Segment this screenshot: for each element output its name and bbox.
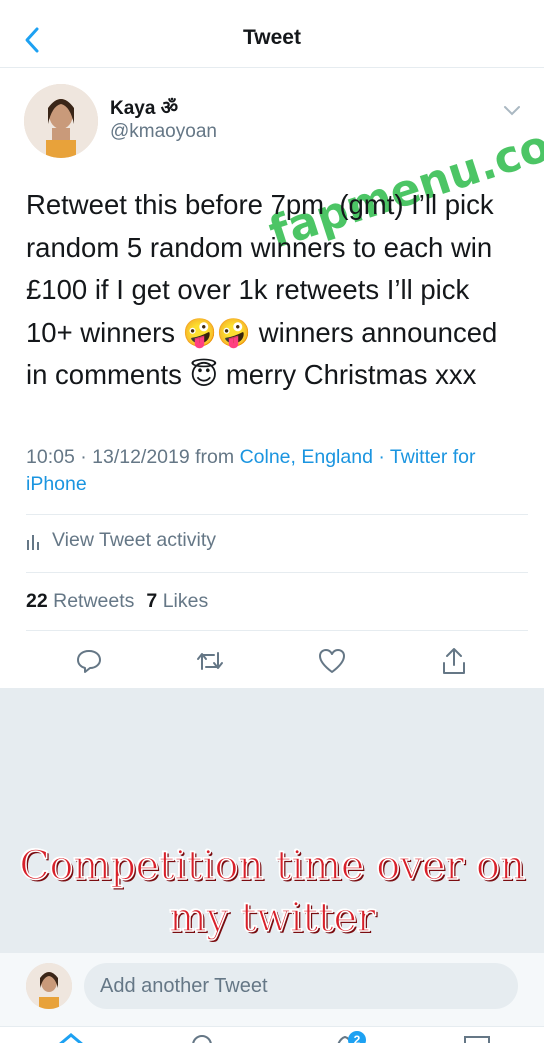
share-button[interactable] [437, 644, 471, 678]
view-tweet-activity-button[interactable]: View Tweet activity [26, 529, 216, 552]
likes-stat[interactable]: 7 Likes [146, 590, 208, 613]
divider [26, 514, 528, 515]
reply-composer: Add another Tweet [0, 952, 544, 1026]
likes-label: Likes [162, 590, 209, 612]
mail-icon [464, 1036, 490, 1043]
home-icon [59, 1033, 83, 1043]
reply-icon [77, 650, 101, 673]
tweet-actions [0, 644, 544, 678]
tweet-text: Retweet this before 7pm (gmt) I’ll pick … [26, 189, 498, 390]
search-icon [192, 1035, 212, 1043]
bottom-tab-bar: 2 [0, 1026, 544, 1043]
top-bar: Tweet [0, 0, 544, 68]
like-button[interactable] [315, 644, 349, 678]
tweet-meta: 10:05 · 13/12/2019 from Colne, England ·… [26, 444, 526, 498]
tweet-timestamp: 10:05 · 13/12/2019 from [26, 446, 240, 468]
search-tab[interactable] [188, 1031, 218, 1043]
retweets-count: 22 [26, 590, 48, 612]
home-tab[interactable] [56, 1031, 86, 1043]
tweet-detail: Kaya ॐ @kmaoyoan fapmenu.com Retweet thi… [0, 68, 544, 688]
messages-tab[interactable] [462, 1031, 492, 1043]
retweet-button[interactable] [193, 644, 227, 678]
divider [26, 630, 528, 631]
avatar[interactable] [24, 84, 98, 158]
divider [26, 572, 528, 573]
caption-line-1: Competition time over on [19, 842, 526, 890]
page-title: Tweet [243, 26, 301, 49]
tweet-location-link[interactable]: Colne, England [240, 446, 373, 468]
reply-button[interactable] [72, 644, 106, 678]
reply-avatar [26, 963, 72, 1009]
activity-label: View Tweet activity [52, 529, 217, 551]
retweet-icon [197, 652, 223, 670]
caption-overlay: Competition time over on my twitter [0, 840, 544, 944]
caption-line-2: my twitter [168, 894, 376, 942]
author-handle[interactable]: @kmaoyoan [110, 121, 217, 143]
add-tweet-input[interactable]: Add another Tweet [84, 963, 518, 1009]
retweets-stat[interactable]: 22 Retweets [26, 590, 134, 613]
chevron-down-icon [504, 106, 520, 116]
more-options-button[interactable] [500, 100, 524, 120]
share-icon [443, 648, 465, 674]
author-name[interactable]: Kaya ॐ [110, 94, 178, 120]
like-icon [319, 649, 345, 673]
bar-chart-icon [27, 534, 39, 550]
likes-count: 7 [146, 590, 158, 612]
retweets-label: Retweets [53, 590, 135, 612]
notification-badge: 2 [348, 1031, 366, 1043]
tweet-stats: 22 Retweets 7 Likes [26, 590, 208, 613]
